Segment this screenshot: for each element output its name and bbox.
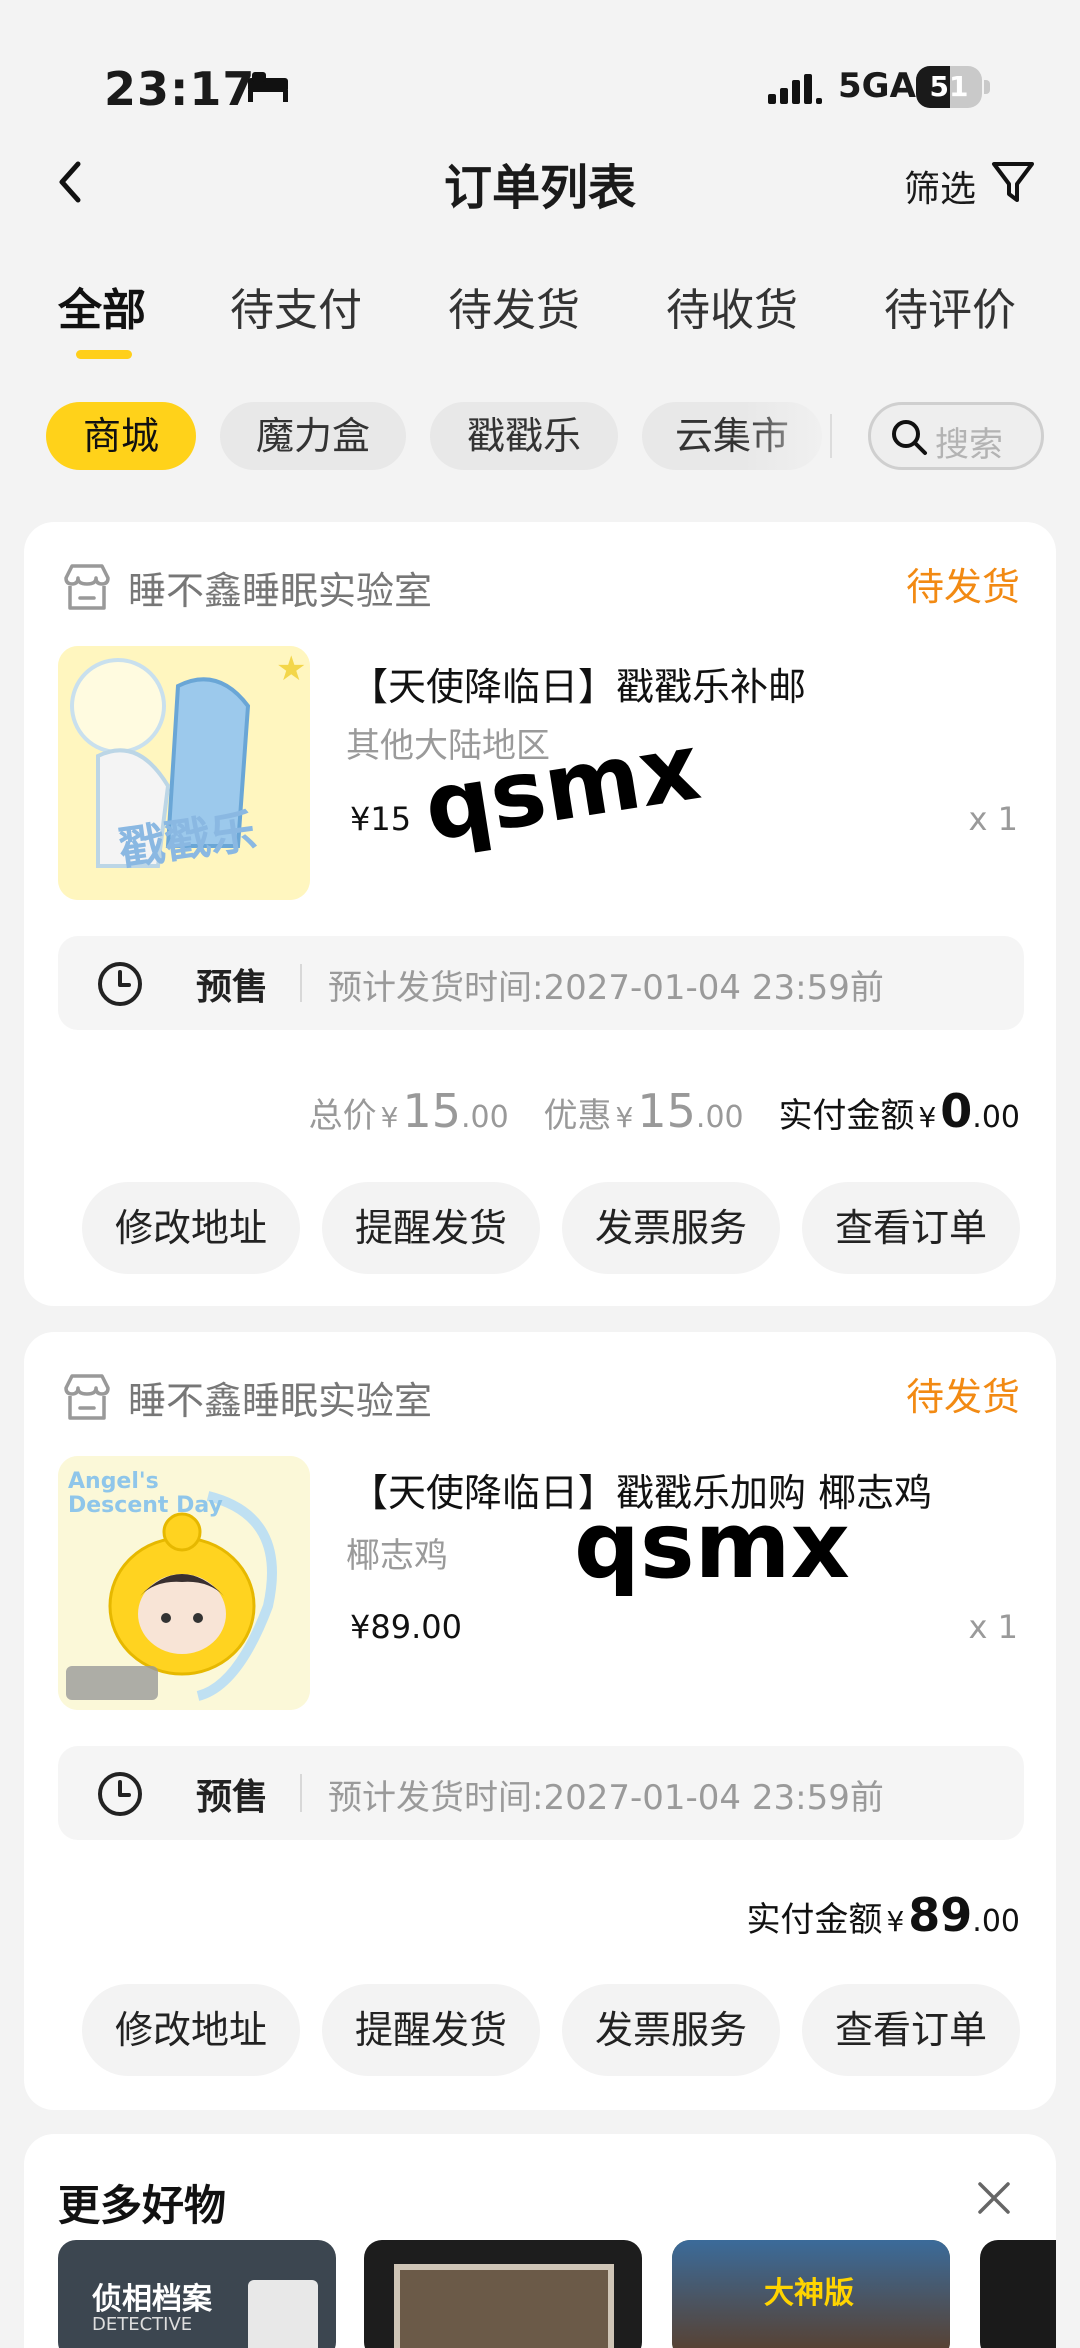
shop-name[interactable]: 睡不鑫睡眠实验室 xyxy=(128,1370,432,1425)
order-card: 睡不鑫睡眠实验室 待发货 Angel's Descent Day 【天使降临日】… xyxy=(24,1332,1056,2110)
shop-icon xyxy=(64,564,110,610)
modify-address-button[interactable]: 修改地址 xyxy=(82,1984,300,2076)
presale-ship-time: 预计发货时间:2027-01-04 23:59前 xyxy=(328,1778,884,1818)
recommend-item-graphic xyxy=(248,2280,318,2348)
order-status: 待发货 xyxy=(905,565,1020,609)
chip-mall[interactable]: 商城 xyxy=(46,402,196,470)
paid-label: 实付金额 xyxy=(746,1900,883,1940)
invoice-service-button[interactable]: 发票服务 xyxy=(562,1182,780,1274)
recommend-item[interactable]: 大神版 xyxy=(672,2240,950,2348)
invoice-service-button[interactable]: 发票服务 xyxy=(562,1984,780,2076)
total-currency: ¥ xyxy=(380,1101,399,1134)
filter-button[interactable]: 筛选 xyxy=(904,160,976,212)
battery-tip xyxy=(984,80,990,94)
shop-icon xyxy=(64,1374,110,1420)
search-placeholder: 搜索 xyxy=(935,425,1003,465)
product-quantity: x 1 xyxy=(968,1608,1018,1646)
battery-icon: 51 xyxy=(916,66,982,108)
product-thumb-text: Angel's Descent Day xyxy=(68,1469,223,1518)
tab-pending-payment[interactable]: 待支付 xyxy=(230,274,362,338)
status-bar: 23:17 5GA 51 xyxy=(0,0,1080,130)
paid-amount-decimal: .00 xyxy=(972,1100,1020,1135)
recommend-item-graphic xyxy=(394,2264,614,2348)
view-order-button[interactable]: 查看订单 xyxy=(802,1182,1020,1274)
paid-currency: ¥ xyxy=(918,1101,937,1134)
remind-shipment-button[interactable]: 提醒发货 xyxy=(322,1182,540,1274)
presale-label: 预售 xyxy=(196,1777,269,1818)
paid-amount-decimal: .00 xyxy=(972,1904,1020,1939)
product-spec: 椰志鸡 xyxy=(346,1536,448,1576)
search-input[interactable]: 搜索 xyxy=(868,402,1044,470)
discount-amount: 15 xyxy=(637,1084,696,1138)
chip-magic-box[interactable]: 魔力盒 xyxy=(220,402,406,470)
presale-label: 预售 xyxy=(196,967,269,1008)
order-summary: 总价 ¥15.00 优惠 ¥15.00 实付金额 ¥0.00 xyxy=(309,1084,1020,1138)
chip-divider xyxy=(830,414,832,458)
product-price: ¥15 xyxy=(350,800,412,838)
discount-currency: ¥ xyxy=(615,1101,634,1134)
status-time: 23:17 xyxy=(104,62,256,116)
close-icon[interactable] xyxy=(976,2180,1012,2216)
total-amount: 15 xyxy=(402,1084,461,1138)
active-tab-indicator xyxy=(76,350,132,359)
recommend-item[interactable] xyxy=(364,2240,642,2348)
order-status-tabs: 全部 待支付 待发货 待收货 待评价 xyxy=(0,274,1080,364)
clock-icon xyxy=(98,1772,142,1816)
paid-amount: 0 xyxy=(940,1084,973,1138)
order-card: 睡不鑫睡眠实验室 待发货 ★ 戳戳乐 【天使降临日】戳戳乐补邮 其他大陆地区 ¥… xyxy=(24,522,1056,1306)
watermark: qsmx xyxy=(574,1492,850,1599)
tab-pending-receipt[interactable]: 待收货 xyxy=(666,274,798,338)
total-label: 总价 xyxy=(308,1096,377,1136)
presale-notice: 预售 预计发货时间:2027-01-04 23:59前 xyxy=(58,1746,1024,1840)
more-goods-title: 更多好物 xyxy=(58,2181,227,2230)
svg-text:★: ★ xyxy=(276,649,306,689)
search-icon xyxy=(892,420,927,455)
order-list-page: 23:17 5GA 51 订单列表 筛选 全部 待支付 待发货 待收货 待评价 … xyxy=(0,0,1080,2348)
paid-amount: 89 xyxy=(908,1888,973,1942)
order-summary: 实付金额 ¥89.00 xyxy=(746,1888,1020,1942)
signal-icon xyxy=(768,74,822,104)
product-quantity: x 1 xyxy=(968,800,1018,838)
discount-amount-decimal: .00 xyxy=(695,1100,744,1135)
tab-pending-review[interactable]: 待评价 xyxy=(884,274,1016,338)
product-thumbnail[interactable]: ★ 戳戳乐 xyxy=(58,646,310,900)
recommend-item[interactable] xyxy=(980,2240,1056,2348)
presale-notice: 预售 预计发货时间:2027-01-04 23:59前 xyxy=(58,936,1024,1030)
paid-currency: ¥ xyxy=(886,1905,905,1938)
presale-divider xyxy=(300,1774,302,1812)
recommend-item-subtitle: DETECTIVE xyxy=(92,2314,193,2335)
chip-fade-overlay xyxy=(742,400,852,472)
discount-label: 优惠 xyxy=(543,1096,612,1136)
view-order-button[interactable]: 查看订单 xyxy=(802,1984,1020,2076)
filter-funnel-icon[interactable] xyxy=(990,158,1036,206)
tab-all[interactable]: 全部 xyxy=(58,274,146,338)
presale-divider xyxy=(300,964,302,1002)
shop-name[interactable]: 睡不鑫睡眠实验室 xyxy=(128,560,432,615)
tab-pending-shipment[interactable]: 待发货 xyxy=(448,274,580,338)
recommend-item[interactable]: 侦相档案 DETECTIVE xyxy=(58,2240,336,2348)
recommend-item-title: 侦相档案 xyxy=(92,2282,212,2317)
chip-poke-fun[interactable]: 戳戳乐 xyxy=(430,402,618,470)
product-name[interactable]: 【天使降临日】戳戳乐补邮 xyxy=(350,656,806,711)
recommend-item-title: 大神版 xyxy=(764,2276,854,2311)
modify-address-button[interactable]: 修改地址 xyxy=(82,1182,300,1274)
bed-icon xyxy=(248,72,288,102)
clock-icon xyxy=(98,962,142,1006)
product-price: ¥89.00 xyxy=(350,1608,462,1646)
more-goods-section: 更多好物 侦相档案 DETECTIVE 大神版 xyxy=(24,2134,1056,2348)
paid-label: 实付金额 xyxy=(778,1096,915,1136)
presale-ship-time: 预计发货时间:2027-01-04 23:59前 xyxy=(328,968,884,1008)
total-amount-decimal: .00 xyxy=(461,1100,509,1135)
battery-level: 51 xyxy=(929,70,969,103)
network-type: 5GA xyxy=(838,66,916,106)
order-status: 待发货 xyxy=(905,1375,1020,1419)
remind-shipment-button[interactable]: 提醒发货 xyxy=(322,1984,540,2076)
product-thumbnail[interactable]: Angel's Descent Day xyxy=(58,1456,310,1710)
